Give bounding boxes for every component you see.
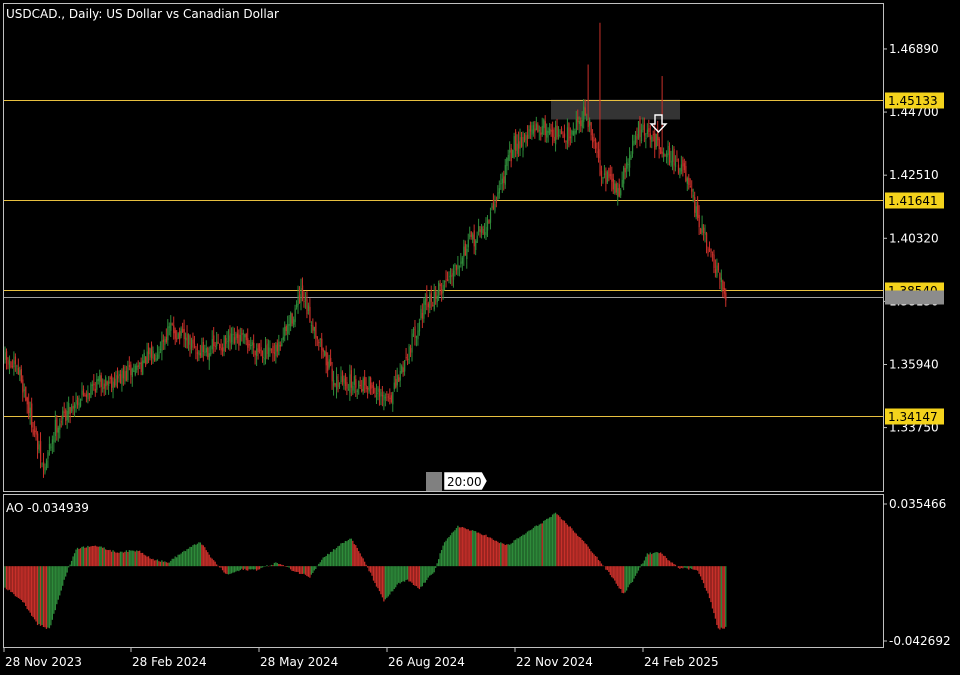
level-price-tag: 1.41641 xyxy=(885,192,944,209)
candle xyxy=(606,170,609,185)
candle xyxy=(90,382,92,399)
time-tick-label: 24 Feb 2025 xyxy=(644,655,719,669)
candle xyxy=(408,343,410,364)
price-tick-label: 1.46890 xyxy=(889,42,939,56)
ao-tick-label: -0.042692 xyxy=(889,634,951,648)
chart-title: USDCAD., Daily: US Dollar vs Canadian Do… xyxy=(6,7,279,21)
zone-rect xyxy=(551,99,680,120)
level-price-text: 1.34147 xyxy=(888,410,938,424)
price-tick-label: 1.40320 xyxy=(889,231,939,245)
level-price-tag: 1.34147 xyxy=(885,408,944,425)
level-price-text: 1.41641 xyxy=(888,194,938,208)
price-tick-label: 1.42510 xyxy=(889,168,939,182)
chart-background xyxy=(0,0,960,675)
indicator-label: AO -0.034939 xyxy=(6,501,89,515)
candle xyxy=(25,386,27,402)
level-price-text: 1.45133 xyxy=(888,94,938,108)
candle xyxy=(79,398,82,408)
level-price-tag: 1.45133 xyxy=(885,92,944,109)
candle xyxy=(637,121,640,140)
candle xyxy=(512,149,514,158)
candle xyxy=(134,363,136,377)
candle xyxy=(368,376,370,394)
time-tick-label: 28 May 2024 xyxy=(260,655,338,669)
bid-price-tag xyxy=(885,290,944,305)
time-tick-label: 28 Feb 2024 xyxy=(132,655,207,669)
candle xyxy=(700,227,702,235)
cursor-time-label: 20:00 xyxy=(447,475,482,489)
supply-zone xyxy=(551,99,680,120)
candle xyxy=(488,219,490,224)
price-tick-label: 1.35940 xyxy=(889,357,939,371)
ao-tick-label: 0.035466 xyxy=(889,497,946,511)
time-tick-label: 26 Aug 2024 xyxy=(388,655,465,669)
time-tick-label: 28 Nov 2023 xyxy=(5,655,82,669)
trading-chart-window[interactable]: USDCAD., Daily: US Dollar vs Canadian Do… xyxy=(0,0,960,675)
candle xyxy=(660,147,662,155)
time-tick-label: 22 Nov 2024 xyxy=(516,655,593,669)
